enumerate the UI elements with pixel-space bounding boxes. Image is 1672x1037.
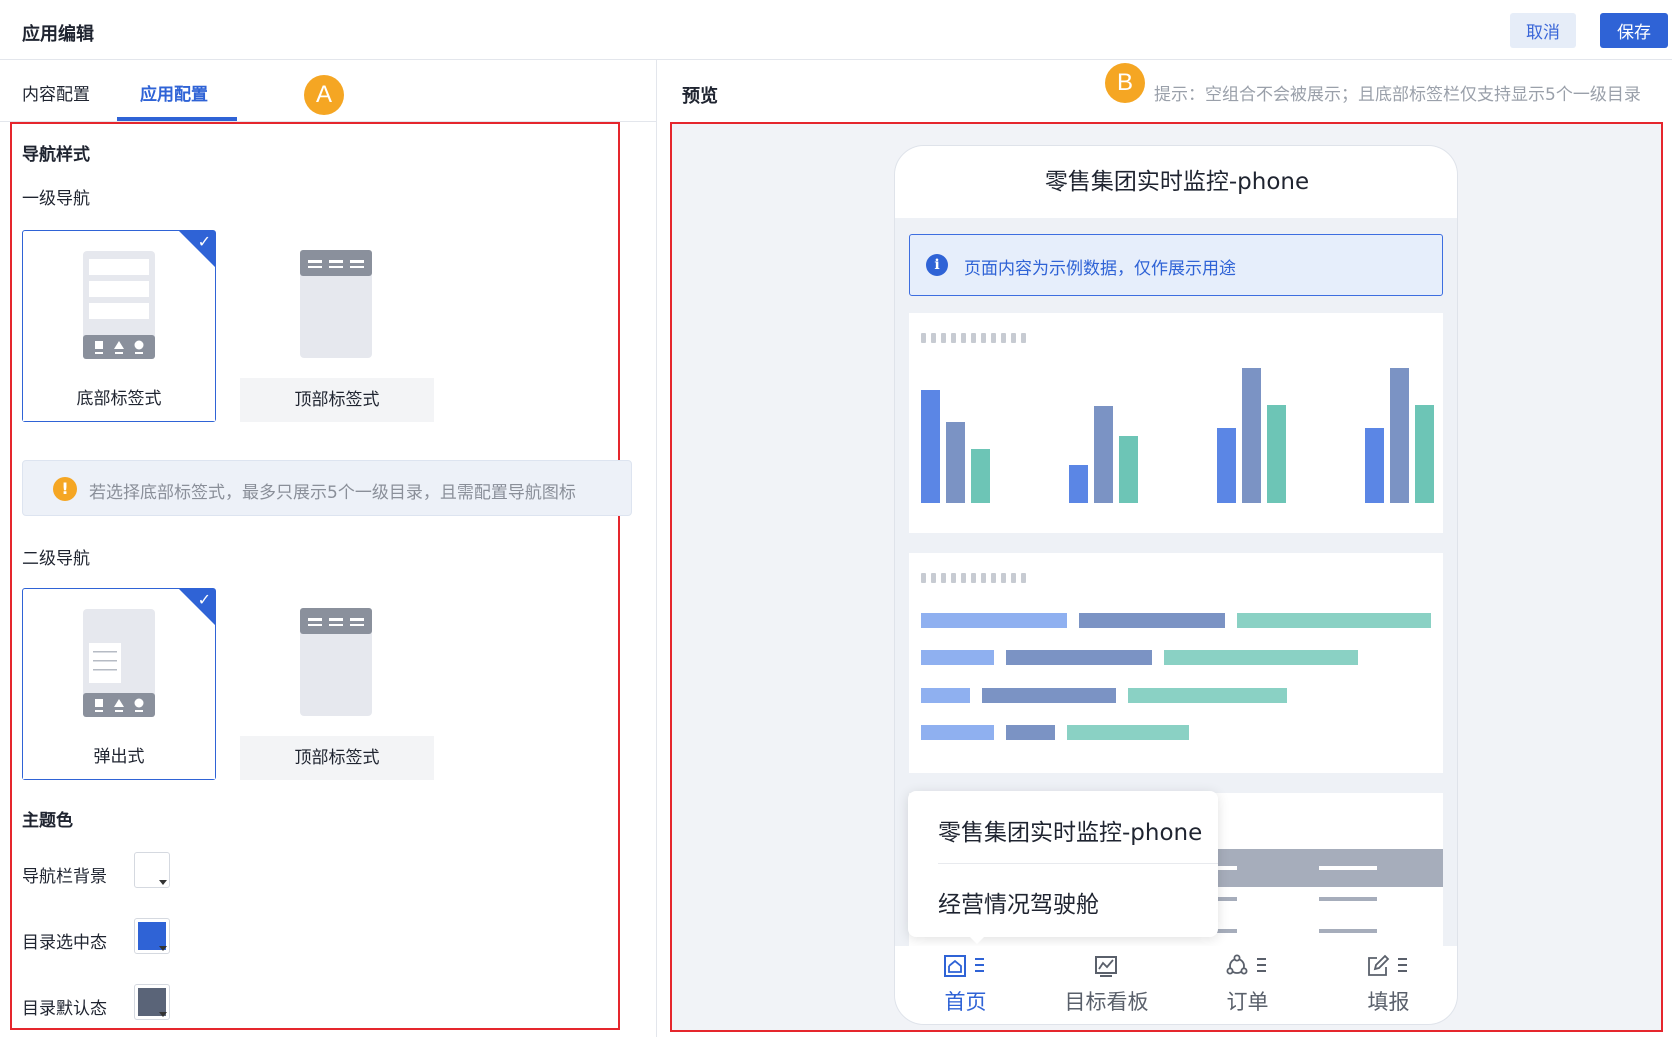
- top-tab-layout-icon: [300, 250, 372, 358]
- bar: [1390, 368, 1409, 503]
- tabbar-label: 首页: [944, 990, 987, 1014]
- primary-nav-label: 一级导航: [22, 189, 90, 209]
- config-panel: 内容配置 应用配置 A 导航样式 一级导航 ✓ 底部标签式 顶部标签式 ! 若选…: [0, 60, 657, 1037]
- bar: [1119, 436, 1138, 503]
- annotation-badge-b: B: [1105, 63, 1145, 103]
- placeholder-title: [921, 573, 1026, 583]
- top-tab-layout-icon: [300, 608, 372, 716]
- bar: [1217, 428, 1236, 503]
- divider: [938, 863, 1218, 864]
- popup-item[interactable]: 零售集团实时监控-phone: [938, 813, 1202, 847]
- bottom-tab-warning: ! 若选择底部标签式，最多只展示5个一级目录，且需配置导航图标: [22, 460, 632, 516]
- dropdown-icon: [159, 1012, 167, 1017]
- option-label: 底部标签式: [23, 377, 215, 421]
- menu-icon: [1257, 958, 1266, 972]
- nav-style-title: 导航样式: [22, 145, 90, 165]
- sample-bar-chart: [909, 313, 1443, 533]
- option-label: 顶部标签式: [240, 736, 434, 780]
- tab-app-config[interactable]: 应用配置: [140, 80, 208, 105]
- bottom-tab-bar: 首页 目标看板 订单 填报: [895, 946, 1457, 1024]
- placeholder-title: [921, 333, 1026, 343]
- warning-text: 若选择底部标签式，最多只展示5个一级目录，且需配置导航图标: [89, 483, 576, 503]
- menu-icon: [1398, 958, 1407, 972]
- check-icon: ✓: [197, 232, 211, 251]
- popup-arrow: [967, 934, 987, 944]
- hbar: [1079, 613, 1225, 628]
- color-picker-nav-bg[interactable]: [134, 852, 170, 888]
- option-label: 弹出式: [23, 735, 215, 779]
- option-bottom-tab[interactable]: ✓ 底部标签式: [22, 230, 216, 422]
- hbar: [921, 650, 994, 665]
- bar: [946, 422, 965, 503]
- bar: [1069, 465, 1088, 503]
- bar: [1415, 405, 1434, 503]
- tabbar-item-fill-report[interactable]: 填报: [1318, 946, 1457, 1024]
- hbar: [1006, 650, 1152, 665]
- secondary-nav-label: 二级导航: [22, 549, 90, 569]
- theme-label-nav-bg: 导航栏背景: [22, 867, 107, 887]
- tabbar-label: 订单: [1226, 990, 1269, 1014]
- table-cell: [1319, 929, 1377, 933]
- sample-data-notice: i 页面内容为示例数据，仅作展示用途: [909, 234, 1443, 296]
- preview-panel: 预览 B 提示：空组合不会被展示；且底部标签栏仅支持显示5个一级目录 零售集团实…: [658, 60, 1672, 1037]
- hbar: [921, 613, 1067, 628]
- tab-content-config[interactable]: 内容配置: [22, 80, 90, 105]
- warning-icon: !: [53, 477, 77, 501]
- active-tab-indicator: [117, 117, 237, 121]
- bar: [971, 449, 990, 503]
- secondary-nav-popup: 零售集团实时监控-phone 经营情况驾驶舱: [908, 791, 1218, 944]
- dropdown-icon: [159, 880, 167, 885]
- phone-preview: 零售集团实时监控-phone i 页面内容为示例数据，仅作展示用途 零售集团实时…: [894, 145, 1458, 1025]
- preview-hint: 提示：空组合不会被展示；且底部标签栏仅支持显示5个一级目录: [1154, 85, 1641, 105]
- hbar: [1164, 650, 1358, 665]
- option-popup[interactable]: ✓ 弹出式: [22, 588, 216, 780]
- home-icon: [944, 955, 966, 977]
- theme-label-selected: 目录选中态: [22, 933, 107, 953]
- theme-color-title: 主题色: [22, 811, 73, 831]
- bar: [1094, 406, 1113, 503]
- info-icon: i: [926, 254, 948, 276]
- hbar: [982, 688, 1116, 703]
- cancel-button[interactable]: 取消: [1510, 13, 1576, 48]
- color-picker-selected[interactable]: [134, 918, 170, 954]
- order-icon: [1226, 954, 1248, 975]
- dropdown-icon: [159, 946, 167, 951]
- notice-text: 页面内容为示例数据，仅作展示用途: [964, 259, 1236, 279]
- theme-label-default: 目录默认态: [22, 999, 107, 1019]
- hbar: [1128, 688, 1287, 703]
- bar: [1242, 368, 1261, 503]
- sample-horizontal-bars: [909, 553, 1443, 773]
- hbar: [1067, 725, 1189, 740]
- table-cell: [1319, 897, 1377, 901]
- annotation-frame-b: 零售集团实时监控-phone i 页面内容为示例数据，仅作展示用途 零售集团实时…: [670, 122, 1663, 1032]
- bar: [1365, 428, 1384, 503]
- option-label: 顶部标签式: [240, 378, 434, 422]
- hbar: [1237, 613, 1431, 628]
- edit-icon: [1368, 954, 1390, 976]
- tabbar-item-orders[interactable]: 订单: [1177, 946, 1318, 1024]
- save-button[interactable]: 保存: [1600, 13, 1668, 48]
- phone-title: 零售集团实时监控-phone: [895, 146, 1457, 218]
- tabbar-item-target-board[interactable]: 目标看板: [1036, 946, 1177, 1024]
- hbar: [921, 725, 994, 740]
- bar: [921, 390, 940, 503]
- page-title: 应用编辑: [22, 24, 94, 45]
- option-top-tab-secondary[interactable]: 顶部标签式: [240, 588, 434, 780]
- chart-board-icon: [1095, 956, 1117, 977]
- option-top-tab[interactable]: 顶部标签式: [240, 230, 434, 422]
- bar: [1267, 405, 1286, 503]
- hbar: [1006, 725, 1055, 740]
- tabbar-item-home[interactable]: 首页: [895, 946, 1036, 1024]
- menu-icon: [975, 958, 984, 972]
- config-tabs: 内容配置 应用配置 A: [0, 60, 657, 122]
- color-picker-default[interactable]: [134, 984, 170, 1020]
- app-header: 应用编辑 取消 保存: [0, 0, 1672, 60]
- hbar: [921, 688, 970, 703]
- preview-title: 预览: [682, 86, 718, 107]
- tabbar-label: 目标看板: [1064, 990, 1149, 1014]
- annotation-badge-a: A: [304, 75, 344, 115]
- tabbar-label: 填报: [1367, 990, 1410, 1014]
- popup-item[interactable]: 经营情况驾驶舱: [938, 885, 1099, 919]
- check-icon: ✓: [197, 590, 211, 609]
